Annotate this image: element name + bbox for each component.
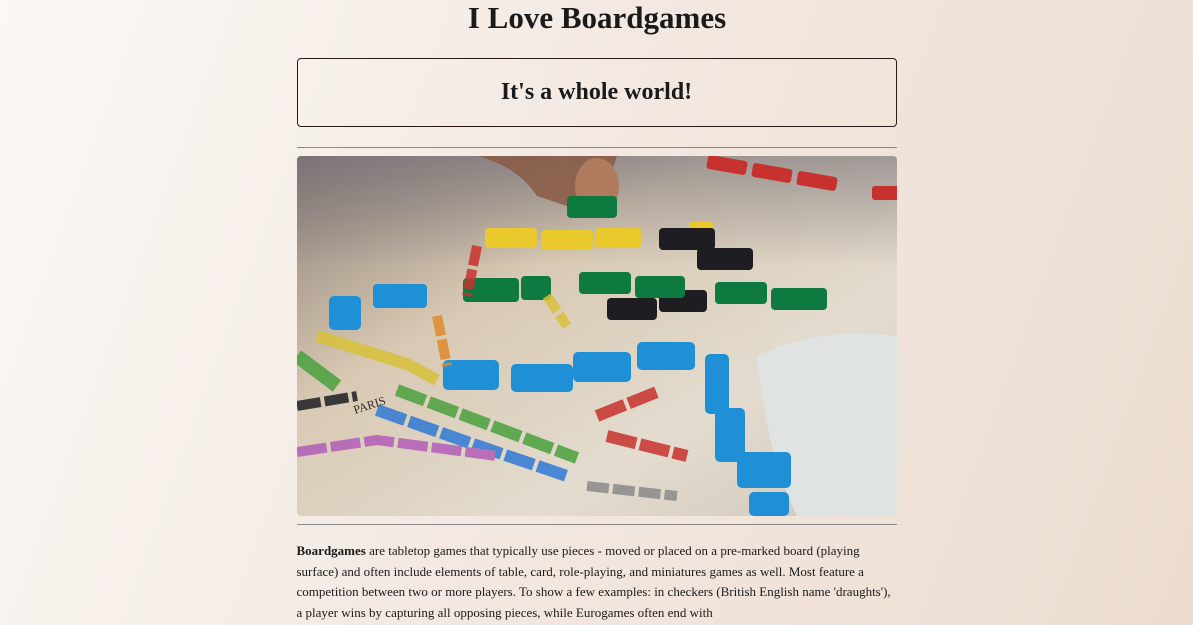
- article-bold-term: Boardgames: [296, 543, 366, 558]
- hero-heading: It's a whole world!: [500, 79, 693, 105]
- page-title: I Love Boardgames: [467, 0, 727, 35]
- article-paragraph: Boardgames are tabletop games that typic…: [297, 541, 897, 623]
- hero-box: It's a whole world!: [296, 58, 897, 127]
- article-text: are tabletop games that typically use pi…: [296, 543, 891, 620]
- divider-bottom: [296, 524, 897, 525]
- page-container: I Love Boardgames It's a whole world! PA…: [296, 0, 897, 623]
- boardgame-photo: PARIS: [296, 156, 897, 516]
- divider-top: [296, 147, 897, 148]
